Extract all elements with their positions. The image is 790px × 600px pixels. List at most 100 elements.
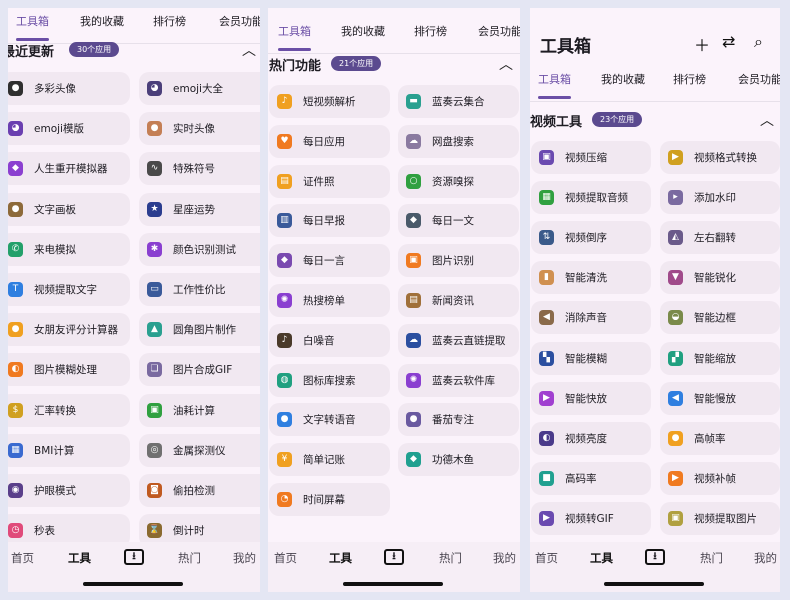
tool-card[interactable]: ▥ 每日早报 — [269, 204, 390, 238]
tool-card[interactable]: ♪ 白噪音 — [269, 323, 390, 357]
tool-card[interactable]: ❏ 图片合成GIF — [139, 353, 260, 387]
tab-ranking[interactable]: 排行榜 — [673, 66, 706, 102]
tool-card[interactable]: ◍ 图标库搜索 — [269, 363, 390, 397]
tab-toolbox[interactable]: 工具箱 — [538, 66, 571, 102]
tool-card[interactable]: ◐ 视频亮度 — [531, 421, 651, 455]
chevron-up-icon[interactable]: ︿ — [760, 110, 774, 130]
tool-card[interactable]: ▶ 视频格式转换 — [660, 141, 780, 174]
nav-home[interactable]: 首页 — [11, 550, 34, 566]
tool-card[interactable]: ◐ 图片模糊处理 — [8, 353, 130, 387]
tab-favorites[interactable]: 我的收藏 — [341, 18, 385, 54]
chevron-up-icon[interactable]: ︿ — [499, 54, 513, 74]
tool-card[interactable]: ◎ 金属探测仪 — [139, 433, 260, 467]
tool-card[interactable]: ▦ 视频提取音频 — [531, 181, 651, 215]
nav-home[interactable]: 首页 — [535, 550, 558, 566]
tool-card[interactable]: ▬ 蓝奏云集合 — [398, 85, 519, 118]
tool-card[interactable]: ◕ emoji大全 — [139, 72, 260, 105]
section-header[interactable]: 最近更新 30个应用 ︿ — [8, 38, 260, 62]
tool-card[interactable]: ▣ 图片识别 — [398, 244, 519, 278]
tool-card[interactable]: ◆ 每日一文 — [398, 204, 519, 238]
tool-card[interactable]: ⇅ 视频倒序 — [531, 221, 651, 255]
nav-hot[interactable]: 热门 — [178, 550, 201, 566]
nav-hot[interactable]: 热门 — [700, 550, 723, 566]
tool-card[interactable]: ▶ 视频补帧 — [660, 461, 780, 495]
tool-label: 金属探测仪 — [173, 444, 226, 457]
tool-card[interactable]: ▣ 视频提取图片 — [660, 501, 780, 535]
nav-tools[interactable]: 工具 — [329, 550, 352, 566]
tool-card[interactable]: ◆ 人生重开模拟器 — [8, 152, 130, 186]
tab-favorites[interactable]: 我的收藏 — [601, 66, 645, 102]
tab-member[interactable]: 会员功能 — [478, 18, 520, 54]
tool-card[interactable]: ✺ 蓝奏云软件库 — [398, 363, 519, 397]
tool-card[interactable]: ▭ 工作性价比 — [139, 273, 260, 306]
tab-ranking[interactable]: 排行榜 — [414, 18, 447, 54]
pacman-icon: ◕ — [147, 81, 162, 96]
tool-card[interactable]: ○ 资源嗅探 — [398, 164, 519, 198]
tool-card[interactable]: ✱ 颜色识别测试 — [139, 232, 260, 266]
nav-mine[interactable]: 我的 — [233, 550, 256, 566]
tool-card[interactable]: ▣ 油耗计算 — [139, 393, 260, 427]
tool-card[interactable]: ▼ 智能锐化 — [660, 261, 780, 295]
tool-card[interactable]: ■ 高码率 — [531, 461, 651, 495]
tool-card[interactable]: ♥ 每日应用 — [269, 124, 390, 158]
tool-card[interactable]: ▮ 智能清洗 — [531, 261, 651, 295]
tool-card[interactable]: ✆ 来电模拟 — [8, 232, 130, 266]
tool-card[interactable]: ✺ 热搜榜单 — [269, 284, 390, 317]
section-header[interactable]: 热门功能 21个应用 ︿ — [268, 52, 520, 76]
tool-card[interactable]: ★ 星座运势 — [139, 192, 260, 226]
download-icon[interactable]: ⭳ — [384, 549, 404, 565]
tool-card[interactable]: ● 实时头像 — [139, 112, 260, 146]
download-icon[interactable]: ⭳ — [645, 549, 665, 565]
tool-card[interactable]: ● 高帧率 — [660, 421, 780, 455]
tool-card[interactable]: ● 女朋友评分计算器 — [8, 313, 130, 347]
nav-mine[interactable]: 我的 — [493, 550, 516, 566]
tool-card[interactable]: ● 文字转语音 — [269, 403, 390, 437]
tool-card[interactable]: ◔ 时间屏幕 — [269, 483, 390, 516]
tool-card[interactable]: ▦ BMI计算 — [8, 433, 130, 467]
tool-card[interactable]: ▤ 证件照 — [269, 164, 390, 198]
tool-card[interactable]: ▞ 智能缩放 — [660, 341, 780, 375]
tab-toolbox[interactable]: 工具箱 — [278, 18, 311, 54]
tool-card[interactable]: ◙ 偷拍检测 — [139, 474, 260, 507]
download-icon[interactable]: ⭳ — [124, 549, 144, 565]
tool-card[interactable]: ▶ 视频转GIF — [531, 501, 651, 535]
tomato-icon: ● — [406, 412, 421, 428]
tool-card[interactable]: $ 汇率转换 — [8, 393, 130, 427]
nav-mine[interactable]: 我的 — [754, 550, 777, 566]
tool-card[interactable]: ◀ 智能慢放 — [660, 381, 780, 415]
add-icon[interactable]: ＋ — [694, 32, 710, 56]
tool-card[interactable]: ◆ 功德木鱼 — [398, 443, 519, 477]
search-icon[interactable]: ⌕ — [754, 32, 763, 52]
nav-tools[interactable]: 工具 — [590, 550, 613, 566]
tool-card[interactable]: T 视频提取文字 — [8, 273, 130, 306]
nav-hot[interactable]: 热门 — [439, 550, 462, 566]
tool-card[interactable]: ∿ 特殊符号 — [139, 152, 260, 186]
swap-icon[interactable]: ⇄ — [722, 32, 735, 51]
tool-card[interactable]: ▶ 智能快放 — [531, 381, 651, 415]
tool-card[interactable]: ◉ 护眼模式 — [8, 474, 130, 507]
section-header[interactable]: 视频工具 23个应用 ︿ — [530, 108, 780, 132]
tool-card[interactable]: ♪ 短视频解析 — [269, 85, 390, 118]
tool-card[interactable]: ▤ 新闻资讯 — [398, 284, 519, 317]
tool-card[interactable]: ◒ 智能边框 — [660, 301, 780, 335]
tool-card[interactable]: ◆ 每日一言 — [269, 244, 390, 278]
tool-card[interactable]: ▚ 智能模糊 — [531, 341, 651, 375]
tool-card[interactable]: ¥ 简单记账 — [269, 443, 390, 477]
tool-card[interactable]: ◀ 消除声音 — [531, 301, 651, 335]
tool-card[interactable]: ▸ 添加水印 — [660, 181, 780, 215]
tool-card[interactable]: ◕ emoji模版 — [8, 112, 130, 146]
tool-card[interactable]: ▣ 视频压缩 — [531, 141, 651, 174]
tool-card[interactable]: ● 多彩头像 — [8, 72, 130, 105]
tool-card[interactable]: ● 文字画板 — [8, 192, 130, 226]
tab-member[interactable]: 会员功能 — [738, 66, 780, 102]
tool-card[interactable]: ☁ 网盘搜索 — [398, 124, 519, 158]
tool-card[interactable]: ▲ 圆角图片制作 — [139, 313, 260, 347]
tool-card[interactable]: ☁ 蓝奏云直链提取 — [398, 323, 519, 357]
tool-card[interactable]: ◭ 左右翻转 — [660, 221, 780, 255]
nav-home[interactable]: 首页 — [274, 550, 297, 566]
chevron-up-icon[interactable]: ︿ — [242, 40, 256, 60]
nav-tools[interactable]: 工具 — [68, 550, 91, 566]
tool-card[interactable]: ● 番茄专注 — [398, 403, 519, 437]
tool-label: 圆角图片制作 — [173, 324, 236, 337]
screen-recent-updates: 工具箱 我的收藏 排行榜 会员功能 最近更新 30个应用 ︿ ● 多彩头像 ◕ emo… — [8, 8, 260, 592]
